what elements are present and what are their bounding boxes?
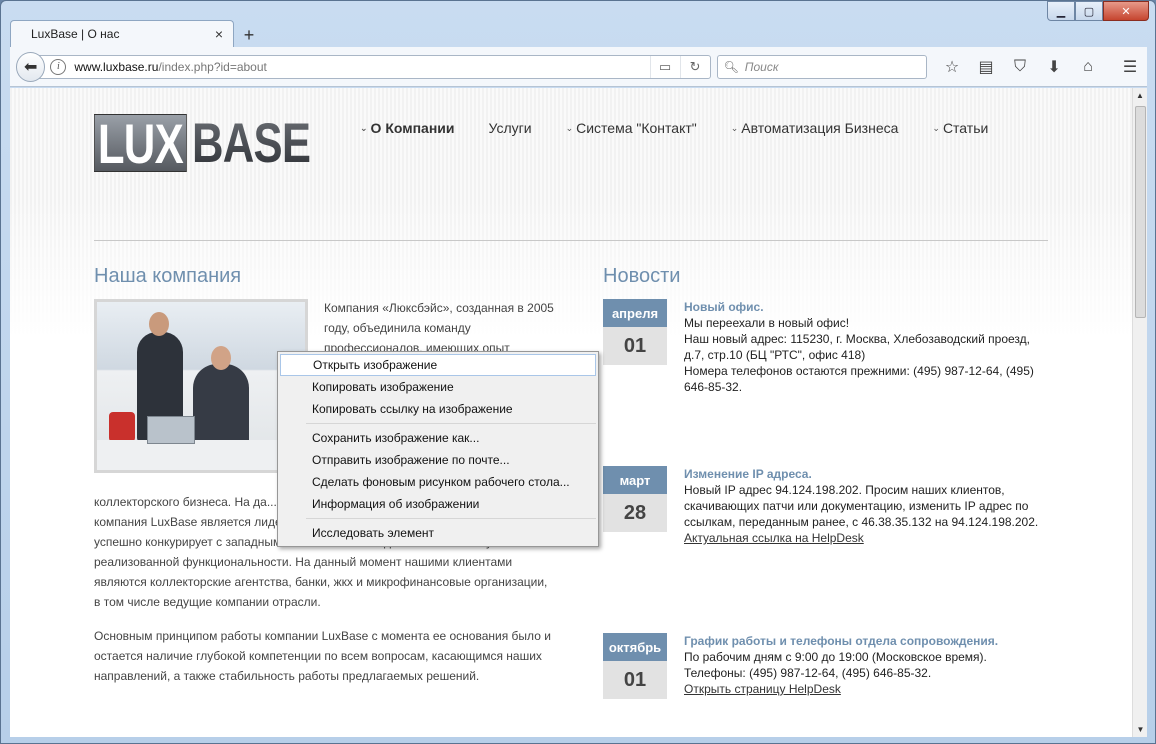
nav-item-automation[interactable]: ⌄ Автоматизация Бизнеса [731, 120, 899, 136]
bookmark-star-icon[interactable]: ☆ [935, 53, 969, 81]
back-button[interactable]: ⬅ [16, 51, 46, 82]
tab-close-icon[interactable]: × [215, 26, 223, 42]
helpdesk-page-link[interactable]: Открыть страницу HelpDesk [684, 681, 1044, 697]
home-icon[interactable]: ⌂ [1071, 53, 1105, 81]
close-window-button[interactable]: ✕ [1103, 1, 1149, 21]
nav-item-services[interactable]: Услуги [489, 120, 532, 136]
reader-view-icon[interactable]: ▭ [649, 55, 680, 78]
back-arrow-icon: ⬅ [23, 58, 38, 76]
scrollbar-thumb[interactable] [1135, 106, 1146, 318]
news-month: октябрь [603, 633, 667, 661]
news-month: март [603, 466, 667, 494]
search-input[interactable]: 🔍︎ Поиск [716, 54, 928, 79]
vertical-scrollbar[interactable]: ▲ ▼ [1132, 88, 1147, 737]
news-day: 28 [603, 494, 667, 532]
downloads-icon[interactable]: ⬇ [1037, 53, 1071, 81]
news-body: По рабочим дням с 9:00 до 19:00 (Московс… [684, 650, 987, 680]
ctx-copy-image[interactable]: Копировать изображение [278, 376, 598, 398]
minimize-button[interactable]: ▁ [1047, 1, 1075, 21]
browser-window: ▁ ▢ ✕ LuxBase | О нас × + ⬅ i www.luxbas… [0, 0, 1156, 744]
nav-item-articles[interactable]: ⌄ Статьи [932, 120, 988, 136]
news-content: Изменение IP адреса. Новый IP адрес 94.1… [684, 466, 1044, 546]
site-logo[interactable]: LUX BASE [94, 114, 311, 173]
ctx-copy-image-link[interactable]: Копировать ссылку на изображение [278, 398, 598, 420]
address-bar[interactable]: i www.luxbase.ru /index.php?id=about ▭ ↻ [31, 54, 711, 79]
intro-paragraph-2: Основным принципом работы компании LuxBa… [94, 629, 551, 683]
url-path: /index.php?id=about [158, 59, 267, 74]
site-info-icon[interactable]: i [50, 58, 67, 75]
news-month: апреля [603, 299, 667, 327]
news-day: 01 [603, 661, 667, 699]
news-heading: Новости [603, 265, 681, 287]
pocket-icon[interactable]: ⛉ [1003, 53, 1037, 81]
scroll-down-icon[interactable]: ▼ [1133, 722, 1148, 737]
nav-item-about[interactable]: ⌄ О Компании [360, 120, 455, 136]
news-title[interactable]: График работы и телефоны отдела сопровож… [684, 633, 1044, 649]
menu-separator [306, 423, 596, 424]
header-divider [94, 240, 1048, 241]
ctx-image-info[interactable]: Информация об изображении [278, 493, 598, 515]
menu-separator [306, 518, 596, 519]
new-tab-button[interactable]: + [234, 23, 264, 47]
company-photo[interactable] [94, 299, 308, 473]
main-navigation: ⌄ О Компании Услуги ⌄ Система "Контакт" ⌄ А… [360, 120, 1022, 136]
window-controls: ▁ ▢ ✕ [1047, 1, 1149, 21]
tab-title: LuxBase | О нас [31, 27, 120, 41]
search-icon: 🔍︎ [723, 59, 739, 74]
news-title[interactable]: Изменение IP адреса. [684, 466, 1044, 482]
hamburger-menu-icon[interactable]: ☰ [1113, 53, 1147, 81]
nav-label: Статьи [942, 120, 989, 136]
ctx-inspect-element[interactable]: Исследовать элемент [278, 522, 598, 544]
news-content: Новый офис. Мы переехали в новый офис! Н… [684, 299, 1044, 395]
logo-base: BASE [192, 111, 311, 174]
bookmarks-list-icon[interactable]: ▤ [969, 53, 1003, 81]
search-placeholder: Поиск [744, 59, 779, 74]
chevron-down-icon: ⌄ [730, 122, 739, 133]
news-date: апреля 01 [603, 299, 667, 365]
helpdesk-link[interactable]: Актуальная ссылка на HelpDesk [684, 530, 1044, 546]
intro-text-top: Компания «Люксбэйс», созданная в 2005 го… [324, 301, 554, 355]
scroll-up-icon[interactable]: ▲ [1133, 88, 1147, 103]
news-body: Новый IP адрес 94.124.198.202. Просим на… [684, 483, 1039, 529]
news-title[interactable]: Новый офис. [684, 299, 1044, 315]
nav-label: Автоматизация Бизнеса [741, 120, 899, 136]
news-date: март 28 [603, 466, 667, 532]
tab-strip: LuxBase | О нас × + [10, 19, 264, 47]
chevron-down-icon: ⌄ [932, 122, 940, 133]
news-body: Мы переехали в новый офис! Наш новый адр… [684, 316, 1034, 394]
nav-label: Система "Контакт" [576, 120, 697, 136]
nav-label: О Компании [370, 120, 455, 136]
navigation-toolbar: ⬅ i www.luxbase.ru /index.php?id=about ▭… [10, 47, 1147, 87]
company-heading: Наша компания [94, 265, 242, 287]
nav-label: Услуги [488, 120, 532, 136]
ctx-email-image[interactable]: Отправить изображение по почте... [278, 449, 598, 471]
chevron-down-icon: ⌄ [360, 122, 368, 133]
toolbar-icons: ☆ ▤ ⛉ ⬇ ⌂ ☰ [935, 53, 1147, 81]
news-content: График работы и телефоны отдела сопровож… [684, 633, 1044, 697]
maximize-button[interactable]: ▢ [1075, 1, 1103, 21]
logo-lux: LUX [94, 114, 187, 173]
reload-icon[interactable]: ↻ [679, 55, 710, 78]
tab-luxbase[interactable]: LuxBase | О нас × [10, 20, 234, 47]
ctx-save-image[interactable]: Сохранить изображение как... [278, 427, 598, 449]
news-date: октябрь 01 [603, 633, 667, 699]
url-host: www.luxbase.ru [74, 59, 159, 74]
ctx-set-desktop-background[interactable]: Сделать фоновым рисунком рабочего стола.… [278, 471, 598, 493]
nav-item-contact-system[interactable]: ⌄ Система "Контакт" [566, 120, 697, 136]
chevron-down-icon: ⌄ [565, 122, 574, 133]
ctx-open-image[interactable]: Открыть изображение [280, 354, 596, 376]
context-menu: Открыть изображение Копировать изображен… [277, 351, 599, 547]
news-day: 01 [603, 327, 667, 365]
